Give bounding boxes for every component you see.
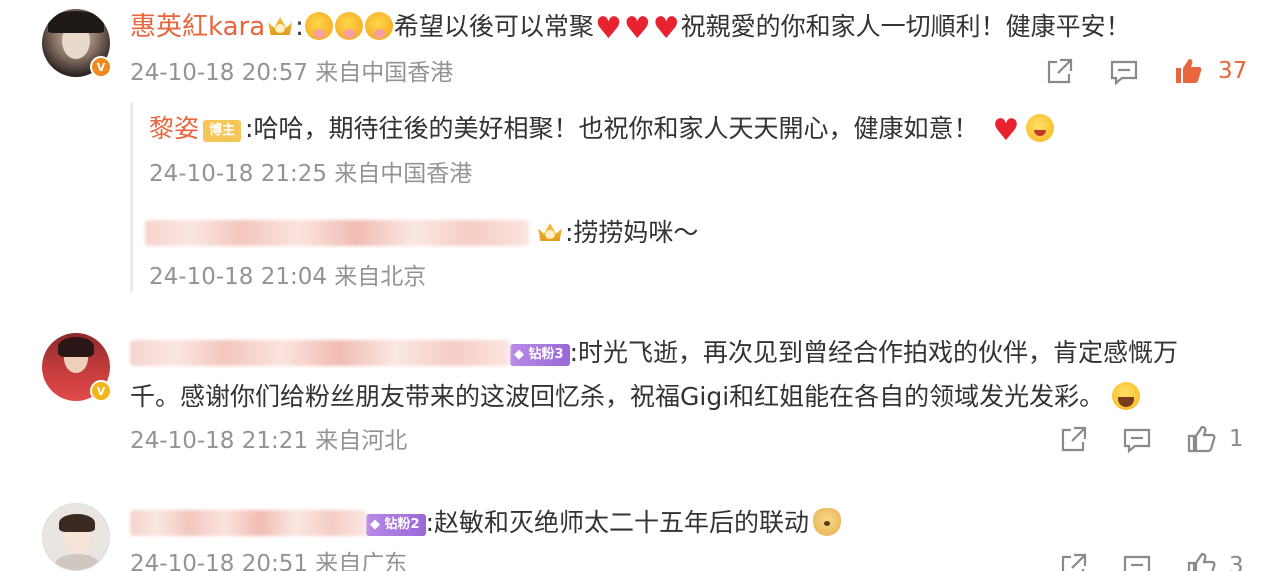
share-icon [1061, 426, 1087, 452]
thinking-emoji-icon [364, 12, 393, 40]
share-button[interactable] [1057, 424, 1089, 456]
reply-text: :哈哈，期待往後的美好相聚！也祝你和家人天天開心，健康如意！ [245, 114, 979, 143]
comment-text: 希望以後可以常聚 [393, 12, 594, 41]
comment-meta: 24-10-18 21:21 来自河北 [130, 428, 408, 454]
like-count: 37 [1218, 58, 1248, 84]
share-icon [1061, 553, 1087, 571]
reply-text: :捞捞妈咪～ [565, 218, 699, 247]
verified-badge-icon: V [90, 380, 112, 402]
thumbs-up-icon [1176, 59, 1202, 83]
comment-text: :时光飞逝，再次见到曾经合作拍戏的伙伴，肯定感慨万 [569, 338, 1179, 367]
fan-badge: ◆ 钻粉3 [510, 344, 570, 366]
comment-text-row: 千。感谢你们给粉丝朋友带来的这波回忆杀，祝福Gigi和红姐能在各自的领域发光发彩… [130, 380, 1141, 414]
comment-text-row: ◆ 钻粉3:时光飞逝，再次见到曾经合作拍戏的伙伴，肯定感慨万 [130, 336, 1178, 370]
fan-badge-label: 钻粉2 [384, 517, 420, 532]
blurred-username [145, 220, 529, 246]
reply-2: :捞捞妈咪～ [145, 216, 698, 250]
like-button[interactable]: 37 [1172, 55, 1247, 87]
like-count: 1 [1229, 426, 1244, 452]
reply-thread-line [130, 102, 133, 292]
share-button[interactable] [1057, 551, 1089, 571]
author-badge: 博主 [203, 120, 242, 142]
share-button[interactable] [1043, 56, 1075, 88]
username[interactable]: 惠英紅kara [130, 12, 265, 42]
avatar[interactable] [42, 503, 110, 571]
reply-username[interactable]: 黎姿 [149, 114, 199, 143]
like-count: 3 [1229, 553, 1244, 571]
comment-text: :赵敏和灭绝师太二十五年后的联动 [425, 508, 810, 537]
wink-emoji-icon [1026, 114, 1055, 142]
comment-icon [1123, 555, 1151, 571]
reply-1: 黎姿 博主:哈哈，期待往後的美好相聚！也祝你和家人天天開心，健康如意！ ♥ [149, 112, 1055, 148]
share-icon [1047, 58, 1073, 84]
like-button[interactable]: 1 [1185, 423, 1244, 455]
comment-text-prefix: : [295, 12, 304, 42]
blurred-username [130, 340, 510, 366]
fan-badge: ◆ 钻粉2 [366, 514, 426, 536]
verified-badge-icon: V [90, 56, 112, 78]
comment-meta: 24-10-18 20:57 来自中国香港 [130, 60, 454, 86]
like-button[interactable]: 3 [1185, 550, 1244, 571]
thinking-emoji-icon [334, 12, 363, 40]
comment-meta: 24-10-18 20:51 来自广东 [130, 551, 408, 571]
comment-icon [1123, 428, 1151, 454]
thumbs-up-icon [1187, 552, 1216, 571]
comment-icon [1110, 60, 1138, 86]
reply-meta: 24-10-18 21:25 来自中国香港 [149, 161, 473, 187]
comment-text-row: ◆ 钻粉2:赵敏和灭绝师太二十五年后的联动 [130, 506, 842, 540]
comment-text: 千。感谢你们给粉丝朋友带来的这波回忆杀，祝福Gigi和红姐能在各自的领域发光发彩… [130, 382, 1105, 411]
heart-icon: ♥ [623, 11, 651, 46]
heart-icon: ♥ [594, 11, 622, 46]
thumbs-up-icon [1187, 425, 1216, 453]
thinking-emoji-icon [304, 12, 333, 40]
comment-text: 祝親愛的你和家人一切順利！健康平安！ [680, 12, 1131, 41]
heart-icon: ♥ [992, 113, 1020, 148]
reply-meta: 24-10-18 21:04 来自北京 [149, 264, 427, 290]
comment-text-row: 惠英紅kara: 希望以後可以常聚♥♥♥祝親愛的你和家人一切順利！健康平安！ [130, 10, 1131, 46]
heart-icon: ♥ [652, 11, 680, 46]
crown-icon [535, 219, 565, 245]
crown-icon [265, 13, 295, 39]
doge-emoji-icon [813, 508, 842, 536]
comment-button[interactable] [1121, 424, 1153, 456]
excited-emoji-icon [1112, 382, 1141, 410]
blurred-username [130, 510, 366, 536]
fan-badge-label: 钻粉3 [528, 347, 564, 362]
comment-button[interactable] [1108, 56, 1140, 88]
comment-button[interactable] [1121, 551, 1153, 571]
